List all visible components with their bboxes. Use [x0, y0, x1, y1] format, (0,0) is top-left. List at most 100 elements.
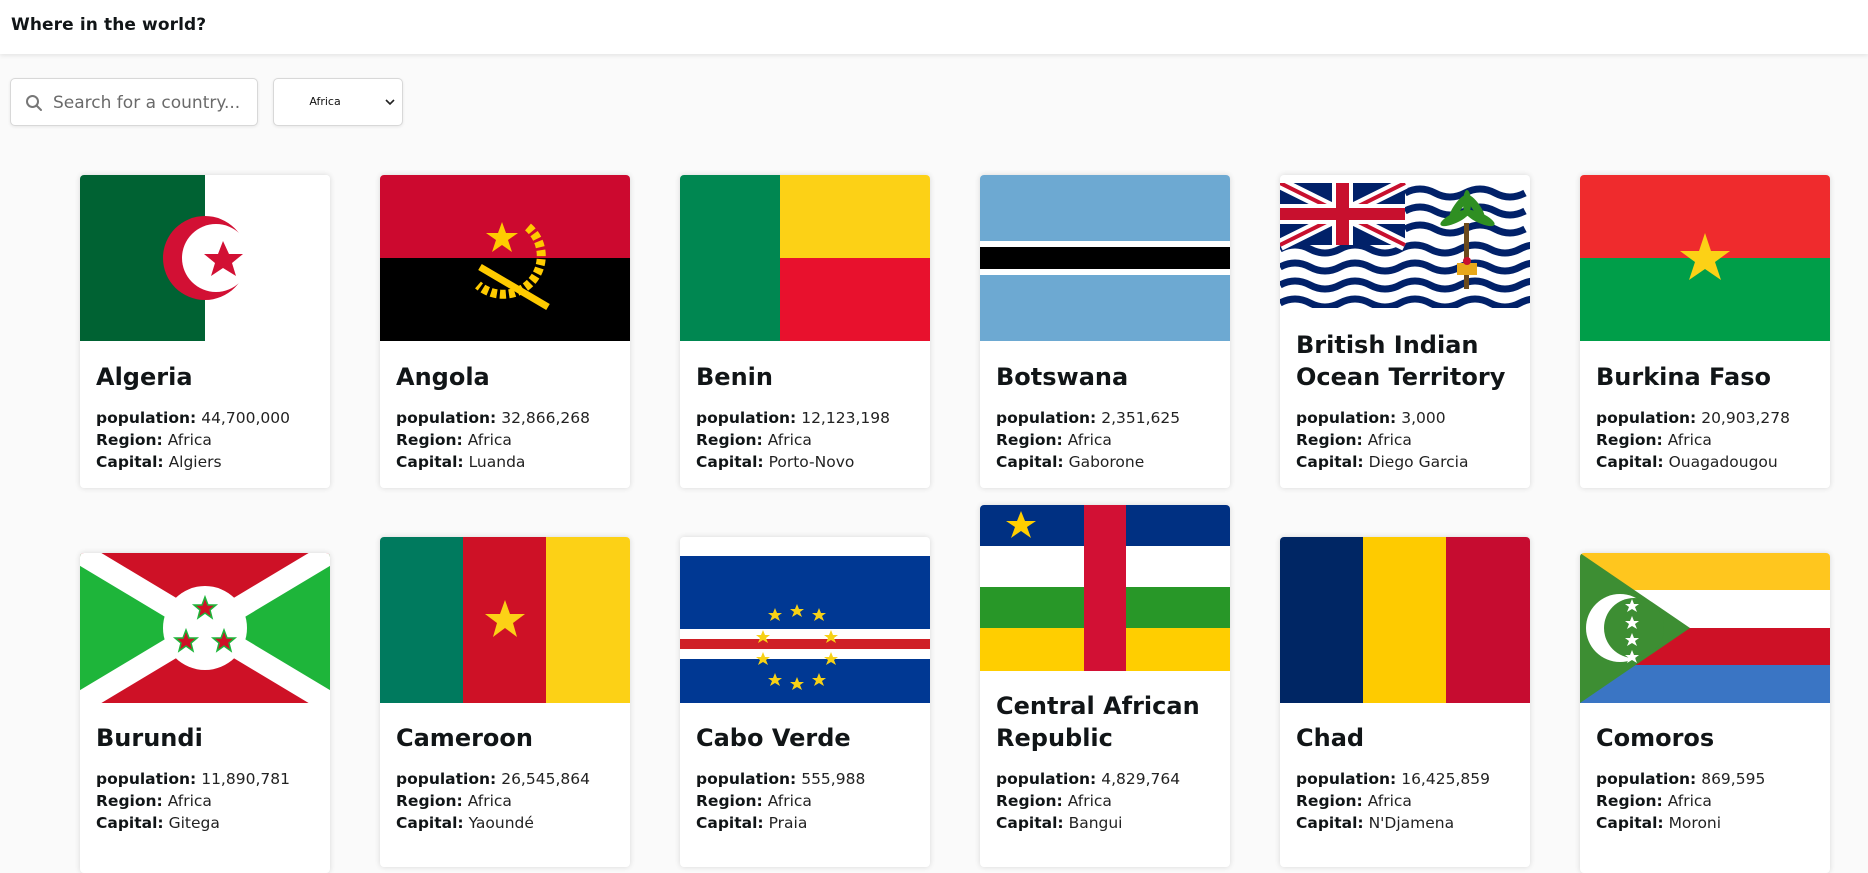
country-card-botswana[interactable]: Botswana population: 2,351,625 Region: A… [980, 175, 1230, 488]
region-label: Region: [996, 431, 1063, 449]
country-card-cabo-verde[interactable]: Cabo Verde population: 555,988 Region: A… [680, 537, 930, 867]
capital-label: Capital: [96, 814, 164, 832]
country-name: Burkina Faso [1596, 363, 1771, 391]
population-value: 44,700,000 [201, 409, 290, 427]
region-row: Region: Africa [1296, 790, 1412, 812]
capital-row: Capital: Moroni [1596, 812, 1721, 834]
country-card-burkina-faso[interactable]: Burkina Faso population: 20,903,278 Regi… [1580, 175, 1830, 488]
region-label: Region: [96, 792, 163, 810]
country-name: Algeria [96, 363, 193, 391]
region-label: Region: [396, 431, 463, 449]
capital-value: Gaborone [1068, 453, 1145, 471]
region-row: Region: Africa [696, 790, 812, 812]
capital-value: N'Djamena [1368, 814, 1455, 832]
capital-row: Capital: N'Djamena [1296, 812, 1454, 834]
country-card-burundi[interactable]: Burundi population: 11,890,781 Region: A… [80, 553, 330, 873]
capital-row: Capital: Gitega [96, 812, 220, 834]
capital-row: Capital: Diego Garcia [1296, 451, 1468, 473]
population-label: population: [96, 770, 197, 788]
region-value: Africa [1667, 792, 1712, 810]
capital-row: Capital: Porto-Novo [696, 451, 854, 473]
country-card-comoros[interactable]: Comoros population: 869,595 Region: Afri… [1580, 553, 1830, 873]
country-name: Comoros [1596, 724, 1715, 752]
capital-value: Bangui [1068, 814, 1123, 832]
region-value: Africa [1367, 431, 1412, 449]
population-value: 16,425,859 [1401, 770, 1490, 788]
capital-row: Capital: Luanda [396, 451, 525, 473]
flag-chad [1280, 537, 1530, 703]
population-row: population: 4,829,764 [996, 768, 1180, 790]
country-name: Central African Republic [996, 692, 1200, 752]
capital-row: Capital: Ouagadougou [1596, 451, 1778, 473]
capital-value: Luanda [468, 453, 526, 471]
app-header: Where in the world? [0, 0, 1868, 54]
population-row: population: 3,000 [1296, 407, 1446, 429]
country-name: Burundi [96, 724, 203, 752]
country-card-central-african-republic[interactable]: Central African Republic population: 4,8… [980, 505, 1230, 867]
population-row: population: 26,545,864 [396, 768, 590, 790]
region-row: Region: Africa [1296, 429, 1412, 451]
capital-label: Capital: [696, 453, 764, 471]
region-row: Region: Africa [696, 429, 812, 451]
country-name: Cabo Verde [696, 724, 851, 752]
capital-label: Capital: [96, 453, 164, 471]
region-row: Region: Africa [96, 790, 212, 812]
country-card-cameroon[interactable]: Cameroon population: 26,545,864 Region: … [380, 537, 630, 867]
flag-angola [380, 175, 630, 341]
region-value: Africa [1067, 792, 1112, 810]
region-value: Africa [167, 792, 212, 810]
population-row: population: 11,890,781 [96, 768, 290, 790]
capital-row: Capital: Praia [696, 812, 807, 834]
region-filter-value: Africa [309, 95, 341, 108]
country-card-angola[interactable]: Angola population: 32,866,268 Region: Af… [380, 175, 630, 488]
region-row: Region: Africa [1596, 429, 1712, 451]
population-label: population: [396, 770, 497, 788]
region-row: Region: Africa [396, 429, 512, 451]
flag-botswana [980, 175, 1230, 341]
country-card-benin[interactable]: Benin population: 12,123,198 Region: Afr… [680, 175, 930, 488]
search-box[interactable] [10, 78, 258, 126]
flag-burundi [80, 553, 330, 703]
region-row: Region: Africa [1596, 790, 1712, 812]
capital-value: Diego Garcia [1368, 453, 1469, 471]
country-card-chad[interactable]: Chad population: 16,425,859 Region: Afri… [1280, 537, 1530, 867]
population-value: 11,890,781 [201, 770, 290, 788]
capital-label: Capital: [1596, 814, 1664, 832]
region-label: Region: [1596, 431, 1663, 449]
population-label: population: [1596, 770, 1697, 788]
region-row: Region: Africa [996, 790, 1112, 812]
region-value: Africa [467, 431, 512, 449]
flag-comoros [1580, 553, 1830, 703]
population-label: population: [396, 409, 497, 427]
region-value: Africa [1367, 792, 1412, 810]
population-label: population: [696, 770, 797, 788]
region-row: Region: Africa [996, 429, 1112, 451]
flag-british-indian-ocean-territory [1280, 183, 1530, 308]
country-card-british-indian-ocean-territory[interactable]: British Indian Ocean Territory populatio… [1280, 175, 1530, 488]
region-row: Region: Africa [96, 429, 212, 451]
population-row: population: 32,866,268 [396, 407, 590, 429]
capital-label: Capital: [996, 814, 1064, 832]
population-label: population: [1296, 770, 1397, 788]
population-row: population: 555,988 [696, 768, 865, 790]
region-label: Region: [696, 792, 763, 810]
population-row: population: 2,351,625 [996, 407, 1180, 429]
country-card-algeria[interactable]: Algeria population: 44,700,000 Region: A… [80, 175, 330, 488]
population-row: population: 12,123,198 [696, 407, 890, 429]
search-input[interactable] [51, 89, 255, 117]
region-value: Africa [1667, 431, 1712, 449]
flag-central-african-republic [980, 505, 1230, 671]
population-label: population: [696, 409, 797, 427]
capital-label: Capital: [1296, 814, 1364, 832]
region-value: Africa [467, 792, 512, 810]
region-label: Region: [996, 792, 1063, 810]
population-value: 4,829,764 [1101, 770, 1181, 788]
region-filter-select[interactable]: Africa [273, 78, 403, 126]
country-name: Angola [396, 363, 490, 391]
population-value: 32,866,268 [501, 409, 590, 427]
capital-value: Porto-Novo [768, 453, 855, 471]
population-label: population: [96, 409, 197, 427]
population-row: population: 869,595 [1596, 768, 1765, 790]
flag-burkina-faso [1580, 175, 1830, 341]
country-name: Botswana [996, 363, 1129, 391]
